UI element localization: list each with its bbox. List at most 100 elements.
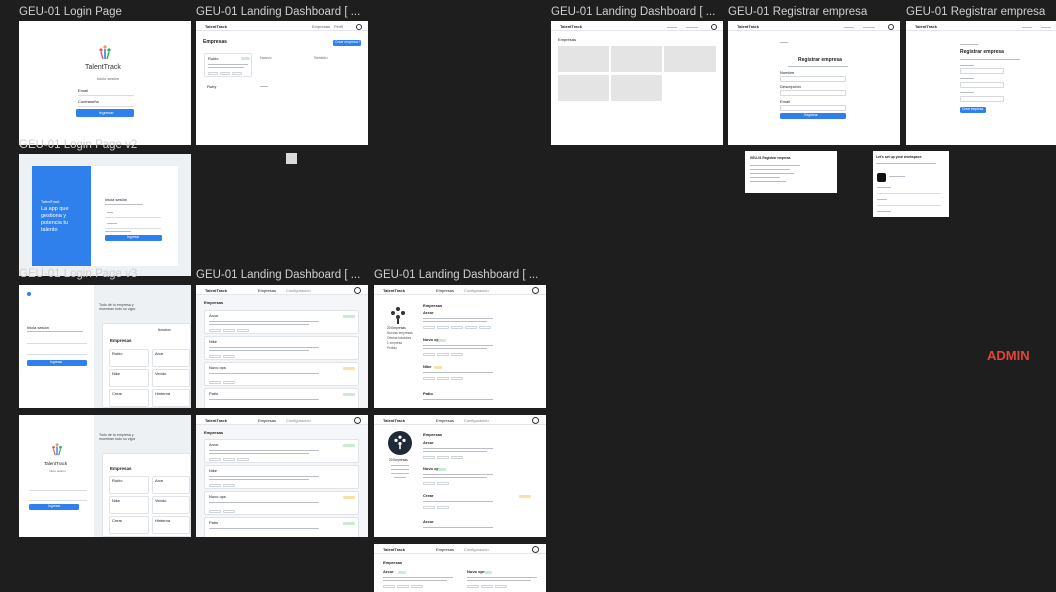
registrar2-field2[interactable]	[960, 82, 1004, 88]
dash-e-item-1[interactable]: Arcor	[383, 569, 394, 574]
dash-c-item-4[interactable]: Patio	[204, 517, 359, 537]
dash-a-settings-icon[interactable]	[354, 287, 361, 294]
dash-c-item-4-title: Patio	[209, 520, 219, 525]
landing1-nav-empresas[interactable]: Empresas	[312, 24, 330, 29]
login-email-field[interactable]	[78, 95, 134, 96]
loginv4-email-field[interactable]	[29, 490, 87, 491]
landing1-settings-icon[interactable]	[356, 24, 362, 30]
loginv2-heading: Inicia sesión	[105, 197, 128, 202]
dash-a-tab-2[interactable]: Configuración	[286, 288, 311, 293]
frame-loginv2[interactable]: TalentTrack La app que gestiona y potenc…	[19, 154, 191, 276]
dash-a-item-2[interactable]: Nike	[204, 336, 359, 360]
dash-c-tab-1[interactable]: Empresas	[258, 418, 276, 423]
registrar2-field3[interactable]	[960, 96, 1004, 102]
frame-login[interactable]: TalentTrack Inicio sesión Email Contrase…	[19, 21, 191, 145]
dash-e-settings-icon[interactable]	[532, 546, 539, 553]
dash-c-item-3[interactable]: Nuvo ops	[204, 491, 359, 515]
dash-a-item-3-title: Nuvo ops	[209, 365, 226, 370]
dash-c-item-1[interactable]: Arcor	[204, 439, 359, 463]
loginv3-email-field[interactable]	[27, 343, 87, 344]
loginv4-card-2[interactable]: Arce	[152, 476, 190, 494]
dash-b-tab-2[interactable]: Configuración	[464, 288, 489, 293]
loginv3-password-field[interactable]	[27, 354, 87, 355]
frame-label-dash-b: GEU-01 Landing Dashboard [ ...	[374, 269, 539, 281]
frame-registrar1[interactable]: TalentTrack Registrar empresa Nombre Des…	[728, 21, 900, 145]
frame-dash-a[interactable]: TalentTrack Empresas Configuración Empre…	[196, 285, 368, 408]
frame-dash-d[interactable]: TalentTrack Empresas Configuración 20 Em…	[374, 415, 546, 537]
loginv3-card-1[interactable]: Rubio	[109, 349, 149, 367]
registrar1-field1-label: Nombre	[780, 70, 795, 75]
dash-d-tab-2[interactable]: Configuración	[464, 418, 489, 423]
dash-e-item-2[interactable]: Nuvo ops	[467, 569, 485, 574]
dash-a-item-4-title: Patio	[209, 391, 219, 396]
landing1-card[interactable]: Rubio	[204, 53, 252, 77]
login-email-label: Email	[78, 88, 89, 93]
frame-landing2[interactable]: TalentTrack Empresas	[551, 21, 723, 145]
dash-b-item-1[interactable]: Arcor	[423, 310, 434, 315]
loginv4-card-3[interactable]: Nike	[109, 496, 149, 514]
dash-b-tab-1[interactable]: Empresas	[436, 288, 454, 293]
frame-dash-c[interactable]: TalentTrack Empresas Configuración Empre…	[196, 415, 368, 537]
dash-e-heading: Empresas	[383, 560, 403, 565]
landing2-brand: TalentTrack	[560, 24, 582, 29]
dash-d-item-4[interactable]: Arcor	[423, 519, 434, 524]
loginv3-panel-tab1[interactable]: Nosotros	[158, 328, 171, 332]
loginv4-card-4[interactable]: Vendo	[152, 496, 190, 514]
dash-e-tab-2[interactable]: Configuración	[464, 547, 489, 552]
loginv3-card-5[interactable]: Crear	[109, 389, 149, 407]
frame-label-registrar1: GEU-01 Registrar empresa	[728, 6, 868, 18]
dash-e-tab-1[interactable]: Empresas	[436, 547, 454, 552]
landing1-nav-perfil[interactable]: Perfil	[334, 24, 343, 29]
dash-a-item-4[interactable]: Patio	[204, 388, 359, 408]
loginv3-card-5-title: Crear	[112, 391, 123, 396]
frame-loginv3[interactable]: Inicia sesión Ingresar Todo de tu empres…	[19, 285, 191, 408]
dash-c-settings-icon[interactable]	[354, 417, 361, 424]
registrar1-field1[interactable]	[780, 76, 846, 82]
loginv4-card-5[interactable]: Crear	[109, 516, 149, 534]
dash-a-item-1-title: Arcor	[209, 313, 219, 318]
dash-d-item-3[interactable]: Crear	[423, 493, 433, 498]
frame-small1[interactable]: GEU-01 Registrar empresa	[745, 151, 837, 193]
dash-b-item-4[interactable]: Patio	[423, 391, 433, 396]
landing2-settings-icon[interactable]	[711, 24, 717, 30]
frame-registrar2[interactable]: TalentTrack Registrar empresa Crear empr…	[906, 21, 1056, 145]
loginv3-card-3[interactable]: Nike	[109, 369, 149, 387]
frame-dash-b[interactable]: TalentTrack Empresas Configuración 20 Em…	[374, 285, 546, 408]
loginv3-card-4[interactable]: Vendo	[152, 369, 190, 387]
registrar1-field3[interactable]	[780, 105, 846, 111]
registrar1-field2[interactable]	[780, 90, 846, 96]
dash-a-item-3[interactable]: Nuvo ops	[204, 362, 359, 386]
loginv3-card-2[interactable]: Arce	[152, 349, 190, 367]
loginv4-card-4-title: Vendo	[155, 498, 167, 503]
dash-c-tab-2[interactable]: Configuración	[286, 418, 311, 423]
loginv3-card-6[interactable]: Hinterna	[152, 389, 190, 407]
dash-b-settings-icon[interactable]	[532, 287, 539, 294]
dash-a-tab-1[interactable]: Empresas	[258, 288, 276, 293]
small2-title: Let's set up your workspace	[876, 155, 922, 159]
frame-dash-e[interactable]: TalentTrack Empresas Configuración Empre…	[374, 544, 546, 592]
loginv2-email-field[interactable]	[105, 217, 161, 218]
landing1-card-badge	[241, 57, 250, 60]
dash-c-item-2[interactable]: Nike	[204, 465, 359, 489]
dash-a-item-1[interactable]: Arcor	[204, 310, 359, 334]
dash-d-settings-icon[interactable]	[532, 417, 539, 424]
dash-d-item-1[interactable]: Arcor	[423, 440, 434, 445]
frame-landing1[interactable]: TalentTrack Empresas Perfil Empresas Cre…	[196, 21, 368, 145]
loginv2-password-field[interactable]	[105, 228, 161, 229]
frame-small2[interactable]: Let's set up your workspace	[873, 151, 949, 217]
talenttrack-logo-icon	[99, 45, 111, 60]
loginv4-card-1-title: Rubio	[112, 478, 123, 483]
dash-a-item-2-title: Nike	[209, 339, 218, 344]
loginv4-card-1[interactable]: Rubio	[109, 476, 149, 494]
loginv4-card-6[interactable]: Hinterna	[152, 516, 190, 534]
login-password-field[interactable]	[78, 106, 134, 107]
registrar1-settings-icon[interactable]	[888, 24, 894, 30]
registrar2-field1[interactable]	[960, 68, 1004, 74]
dash-b-item-3[interactable]: Nike	[423, 364, 431, 369]
loginv4-password-field[interactable]	[29, 500, 87, 501]
registrar1-field3-label: Email	[780, 99, 791, 104]
loginv2-tagline: La app que gestiona y potencia tu talent…	[41, 206, 69, 233]
dash-d-tab-1[interactable]: Empresas	[436, 418, 454, 423]
frame-loginv4[interactable]: TalentTrack Inicio sesión Ingresar Todo …	[19, 415, 191, 537]
dash-c-heading: Empresas	[204, 430, 224, 435]
